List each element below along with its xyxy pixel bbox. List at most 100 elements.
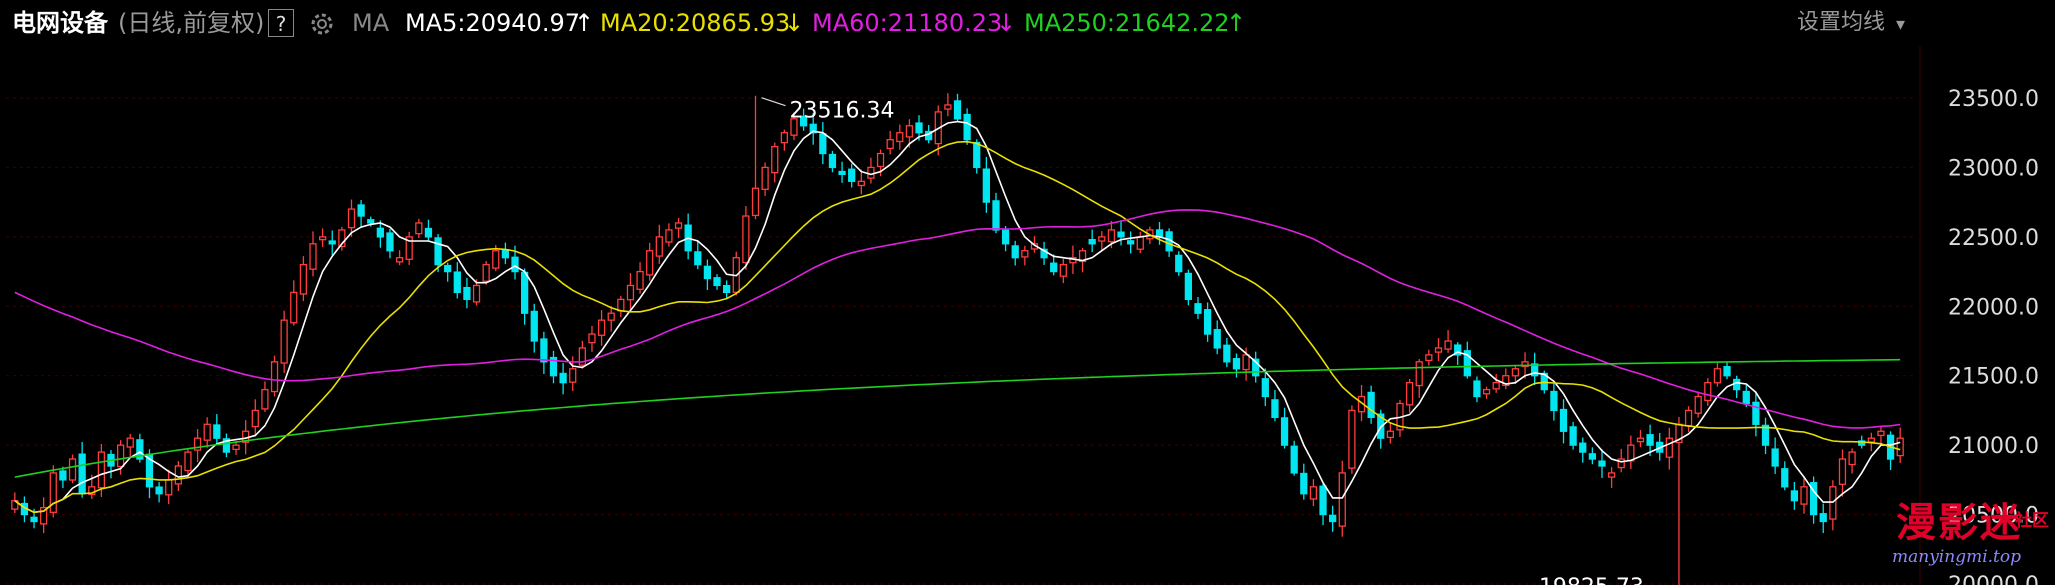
candle-up (415, 222, 423, 235)
candle-up (626, 284, 635, 301)
candle-up (126, 437, 134, 448)
candle-up (116, 444, 125, 468)
candle-down (819, 133, 827, 155)
chart-header: 电网设备 (日线,前复权) ? MA MA5:20940.97 ↑ MA20:2… (0, 0, 2055, 46)
candle-down (703, 265, 712, 280)
candle-down (1280, 417, 1289, 446)
candle-down (973, 141, 981, 169)
candle-up (1136, 236, 1144, 250)
candle-down (1733, 378, 1741, 391)
candle-down (1598, 460, 1606, 467)
candle-up (751, 187, 760, 217)
ma5-line (14, 120, 1901, 514)
y-tick-label: 21000.0 (1948, 434, 2039, 459)
candle-up (1492, 382, 1500, 390)
candle-down (1723, 366, 1731, 377)
gear-icon[interactable] (308, 10, 336, 38)
candle-down (723, 284, 731, 294)
candle-up (203, 423, 211, 441)
candle-down (357, 204, 365, 217)
candle-up (646, 250, 654, 276)
candle-down (367, 219, 375, 224)
candle-up (1838, 458, 1847, 485)
candle-down (1319, 485, 1327, 516)
chart-subtitle: (日线,前复权) (118, 9, 265, 37)
y-tick-label: 23500.0 (1948, 87, 2039, 112)
candle-down (453, 271, 461, 294)
ma5-value: MA5:20940.97 (405, 9, 580, 37)
candle-down (848, 168, 856, 182)
candle-down (694, 251, 702, 266)
chevron-down-icon[interactable]: ▾ (1896, 10, 1905, 40)
candle-down (1300, 472, 1308, 495)
candle-down (963, 113, 971, 141)
candle-down (1271, 399, 1279, 419)
candle-down (713, 277, 721, 287)
candle-down (1117, 231, 1125, 238)
candle-down (1194, 303, 1202, 314)
candle-up (665, 229, 673, 243)
candle-down (1781, 468, 1789, 488)
candle-up (1059, 263, 1067, 277)
candle-up (290, 291, 298, 324)
candle-up (472, 284, 481, 303)
watermark-main: 漫影迷 (1896, 499, 2022, 546)
y-tick-label: 23000.0 (1948, 156, 2039, 181)
candle-up (261, 388, 269, 410)
candle-up (1636, 437, 1645, 443)
candle-up (857, 180, 865, 187)
candle-down (1127, 240, 1135, 245)
candle-down (521, 271, 529, 314)
candle-up (1877, 430, 1885, 437)
candle-down (1232, 358, 1241, 370)
candle-down (992, 200, 1000, 231)
candle-down (1569, 426, 1577, 446)
candle-down (953, 100, 962, 120)
candle-down (1559, 408, 1568, 432)
watermark-logo: 漫影迷 社区 manyingmi.top (1880, 490, 2055, 585)
candle-up (588, 333, 596, 344)
candle-up (299, 263, 308, 295)
candle-down (155, 486, 163, 495)
candle-up (1627, 444, 1635, 462)
candle-up (780, 132, 788, 144)
candle-down (1819, 513, 1827, 523)
candle-down (1550, 390, 1558, 412)
candle-up (742, 215, 750, 264)
chart-title[interactable]: 电网设备 (12, 8, 108, 38)
candle-down (1771, 448, 1779, 467)
candle-up (1617, 458, 1625, 469)
candle-up (607, 312, 615, 321)
candle-up (1848, 451, 1856, 466)
candle-up (1665, 437, 1673, 458)
candle-down (1261, 378, 1269, 398)
ma250-value: MA250:21642.22 (1024, 9, 1230, 37)
help-button[interactable]: ? (268, 9, 294, 37)
candle-up (655, 236, 663, 257)
annotation-pointer (761, 97, 786, 107)
candlestick-chart[interactable]: 20000.020500.021000.021500.022000.022500… (0, 46, 2055, 585)
candle-down (1742, 390, 1750, 405)
candle-up (347, 208, 356, 229)
candle-down (1175, 254, 1183, 273)
candle-up (1242, 354, 1250, 371)
candle-down (1001, 229, 1010, 245)
candle-up (1607, 472, 1616, 478)
candle-up (270, 361, 279, 393)
candle-up (184, 451, 192, 472)
candle-up (1405, 382, 1414, 406)
candle-up (771, 145, 779, 174)
candle-down (511, 256, 519, 273)
candle-up (174, 465, 182, 485)
candle-up (309, 243, 317, 270)
candle-up (1896, 437, 1904, 457)
candle-up (867, 166, 875, 179)
candle-up (395, 257, 404, 263)
candle-down (1752, 401, 1760, 425)
candle-down (444, 264, 452, 273)
ma-settings-button[interactable]: 设置均线 (1797, 8, 1885, 38)
candle-up (280, 319, 288, 364)
candle-up (617, 298, 625, 312)
candle-up (886, 139, 894, 150)
candle-up (1684, 409, 1693, 427)
